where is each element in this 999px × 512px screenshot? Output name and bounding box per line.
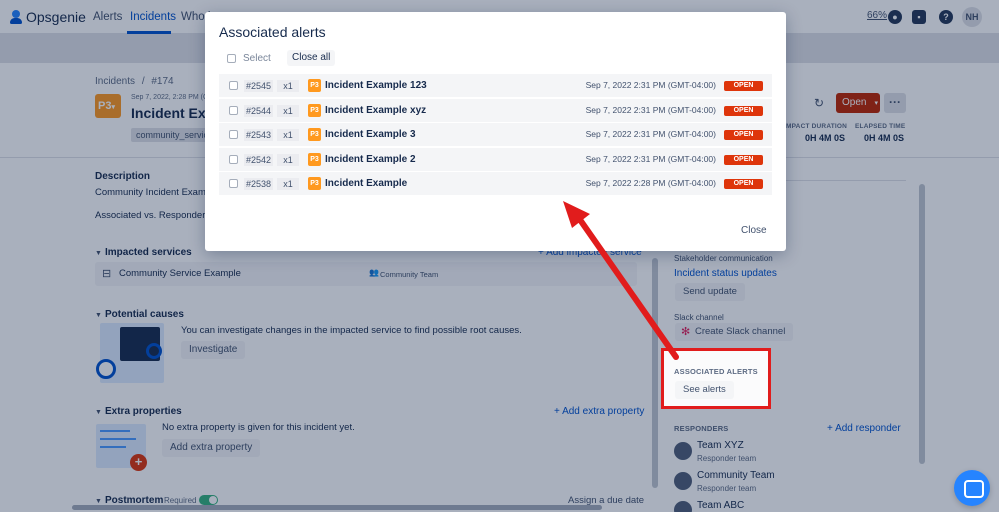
list-item[interactable]: #2545 x1 P3 Incident Example 123 Sep 7, … — [219, 74, 772, 98]
priority-badge: P3 — [308, 103, 321, 117]
alert-title[interactable]: Incident Example xyz — [325, 105, 426, 116]
alert-date: Sep 7, 2022 2:28 PM (GMT-04:00) — [585, 178, 716, 188]
alert-checkbox[interactable] — [229, 179, 238, 188]
alert-date: Sep 7, 2022 2:31 PM (GMT-04:00) — [585, 80, 716, 90]
list-item[interactable]: #2544 x1 P3 Incident Example xyz Sep 7, … — [219, 98, 772, 123]
see-alerts-button-highlight[interactable]: See alerts — [675, 381, 734, 399]
alert-title[interactable]: Incident Example 123 — [325, 80, 427, 91]
status-badge: OPEN — [724, 179, 763, 189]
alert-count: x1 — [277, 178, 299, 190]
alert-checkbox[interactable] — [229, 154, 238, 164]
alert-count: x1 — [277, 129, 299, 141]
list-item[interactable]: #2538 x1 P3 Incident Example Sep 7, 2022… — [219, 172, 772, 196]
list-item[interactable]: #2542 x1 P3 Incident Example 2 Sep 7, 20… — [219, 147, 772, 172]
alert-date: Sep 7, 2022 2:31 PM (GMT-04:00) — [585, 104, 716, 115]
priority-badge: P3 — [308, 128, 321, 141]
list-item[interactable]: #2543 x1 P3 Incident Example 3 Sep 7, 20… — [219, 123, 772, 147]
status-badge: OPEN — [724, 130, 763, 140]
alert-id: #2545 — [244, 80, 274, 92]
close-button[interactable]: Close — [741, 225, 767, 236]
alert-id: #2544 — [244, 104, 274, 117]
alert-title[interactable]: Incident Example 3 — [325, 129, 416, 140]
alert-count: x1 — [277, 104, 299, 117]
priority-badge: P3 — [308, 79, 321, 92]
alert-date: Sep 7, 2022 2:31 PM (GMT-04:00) — [585, 129, 716, 139]
alert-date: Sep 7, 2022 2:31 PM (GMT-04:00) — [585, 153, 716, 164]
alert-checkbox[interactable] — [229, 81, 238, 90]
alert-checkbox[interactable] — [229, 105, 238, 115]
alert-count: x1 — [277, 153, 299, 166]
chat-support-icon[interactable] — [954, 470, 990, 506]
priority-badge: P3 — [308, 152, 321, 166]
alert-count: x1 — [277, 80, 299, 92]
status-badge: OPEN — [724, 105, 763, 116]
priority-badge: P3 — [308, 177, 321, 190]
alert-id: #2543 — [244, 129, 274, 141]
alert-title[interactable]: Incident Example 2 — [325, 154, 416, 165]
associated-alerts-highlight-area: ASSOCIATED ALERTS See alerts — [664, 351, 768, 406]
close-all-button[interactable]: Close all — [287, 50, 336, 66]
status-badge: OPEN — [724, 81, 763, 91]
alert-id: #2538 — [244, 178, 274, 190]
associated-alerts-modal: Associated alerts Select Close all #2545… — [205, 12, 786, 251]
status-badge: OPEN — [724, 154, 763, 165]
alert-title[interactable]: Incident Example — [325, 178, 407, 189]
modal-title: Associated alerts — [219, 24, 326, 40]
select-all-label: Select — [243, 53, 271, 64]
associated-alerts-heading-highlight: ASSOCIATED ALERTS — [674, 367, 758, 376]
alert-checkbox[interactable] — [229, 130, 238, 139]
alert-id: #2542 — [244, 153, 274, 166]
select-all-checkbox[interactable] — [227, 54, 236, 63]
